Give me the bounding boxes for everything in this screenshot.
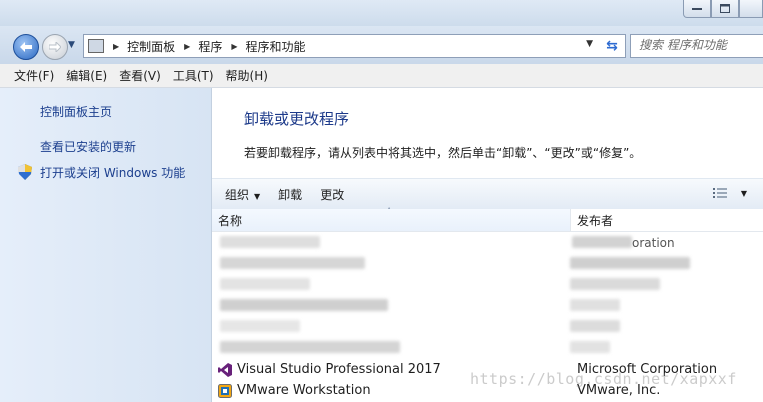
list-item[interactable]: oration: [212, 232, 763, 253]
sidebar: 控制面板主页 查看已安装的更新 打开或关闭 Windows 功能: [0, 88, 212, 402]
menu-bar: 文件(F) 编辑(E) 查看(V) 工具(T) 帮助(H): [0, 64, 763, 88]
close-button[interactable]: [739, 0, 763, 18]
obscured-name: [220, 341, 400, 353]
obscured-name: [220, 236, 320, 248]
window-controls: [683, 0, 763, 18]
chevron-down-icon: ▼: [254, 191, 261, 201]
title-bar: [0, 0, 763, 26]
breadcrumb-separator-icon[interactable]: ▶: [184, 42, 190, 51]
organize-button[interactable]: 组织 ▼: [225, 186, 260, 203]
address-dropdown-icon[interactable]: ▼: [586, 39, 593, 49]
program-name: Visual Studio Professional 2017: [237, 362, 441, 377]
sidebar-item-view-installed-updates[interactable]: 查看已安装的更新: [40, 138, 136, 155]
back-arrow-icon: [20, 42, 32, 52]
uac-shield-icon: [18, 164, 32, 180]
obscured-name: [220, 278, 310, 290]
breadcrumb-programs-and-features[interactable]: 程序和功能: [246, 38, 306, 55]
navigation-bar: ▼ ▶ 控制面板 ▶ 程序 ▶ 程序和功能 ▼ ⇆: [0, 26, 763, 64]
uninstall-button[interactable]: 卸载: [278, 186, 302, 203]
refresh-icon: ⇆: [606, 38, 618, 54]
column-header-row: ▲ 名称 发布者: [212, 205, 763, 232]
watermark: https://blog.csdn.net/xapxxf: [470, 370, 737, 388]
organize-label: 组织: [225, 187, 250, 202]
search-box: [630, 34, 763, 58]
column-header-name[interactable]: 名称: [212, 209, 571, 231]
obscured-publisher: [570, 299, 620, 311]
menu-help[interactable]: 帮助(H): [226, 67, 268, 84]
minimize-icon: [692, 7, 702, 10]
forward-arrow-icon: [49, 42, 61, 52]
menu-edit[interactable]: 编辑(E): [66, 67, 107, 84]
recent-pages-dropdown[interactable]: ▼: [68, 40, 75, 50]
menu-tools[interactable]: 工具(T): [173, 67, 214, 84]
breadcrumb-separator-icon[interactable]: ▶: [231, 42, 237, 51]
obscured-publisher: [570, 341, 610, 353]
column-header-publisher[interactable]: 发布者: [571, 209, 763, 231]
visual-studio-icon: [218, 362, 232, 377]
obscured-name: [220, 299, 388, 311]
obscured-publisher: [570, 278, 660, 290]
page-title: 卸载或更改程序: [244, 110, 350, 128]
breadcrumb-programs[interactable]: 程序: [198, 38, 222, 55]
sidebar-item-control-panel-home[interactable]: 控制面板主页: [40, 103, 112, 120]
menu-file[interactable]: 文件(F): [14, 67, 54, 84]
vmware-icon: [218, 383, 232, 398]
obscured-publisher: [570, 257, 690, 269]
menu-view[interactable]: 查看(V): [119, 67, 161, 84]
forward-button[interactable]: [42, 34, 68, 60]
address-bar[interactable]: ▶ 控制面板 ▶ 程序 ▶ 程序和功能 ▼: [83, 34, 600, 58]
main-panel: 卸载或更改程序 若要卸载程序，请从列表中将其选中，然后单击“卸载”、“更改”或“…: [212, 88, 763, 402]
list-item[interactable]: [212, 253, 763, 274]
sidebar-item-windows-features[interactable]: 打开或关闭 Windows 功能: [40, 164, 185, 181]
search-input[interactable]: [631, 35, 763, 55]
obscured-name: [220, 257, 365, 269]
list-item[interactable]: [212, 274, 763, 295]
details-view-icon: [712, 188, 727, 198]
maximize-button[interactable]: [711, 0, 739, 18]
obscured-publisher: [570, 320, 620, 332]
publisher-fragment: oration: [632, 235, 675, 250]
refresh-button[interactable]: ⇆: [599, 34, 626, 58]
chevron-down-icon[interactable]: ▼: [741, 189, 747, 198]
back-button[interactable]: [13, 34, 39, 60]
program-name: VMware Workstation: [237, 383, 371, 398]
minimize-button[interactable]: [683, 0, 711, 18]
control-panel-icon: [88, 39, 104, 53]
obscured-publisher: [572, 236, 632, 248]
breadcrumb-control-panel[interactable]: 控制面板: [127, 38, 175, 55]
change-button[interactable]: 更改: [320, 186, 344, 203]
list-item[interactable]: [212, 316, 763, 337]
command-bar: 组织 ▼ 卸载 更改 ▼: [212, 178, 763, 210]
maximize-icon: [720, 4, 730, 13]
obscured-name: [220, 320, 300, 332]
page-description: 若要卸载程序，请从列表中将其选中，然后单击“卸载”、“更改”或“修复”。: [244, 146, 642, 160]
list-item[interactable]: [212, 337, 763, 358]
list-item[interactable]: [212, 295, 763, 316]
view-options-button[interactable]: ▼: [712, 187, 747, 199]
breadcrumb-separator-icon[interactable]: ▶: [113, 42, 119, 51]
